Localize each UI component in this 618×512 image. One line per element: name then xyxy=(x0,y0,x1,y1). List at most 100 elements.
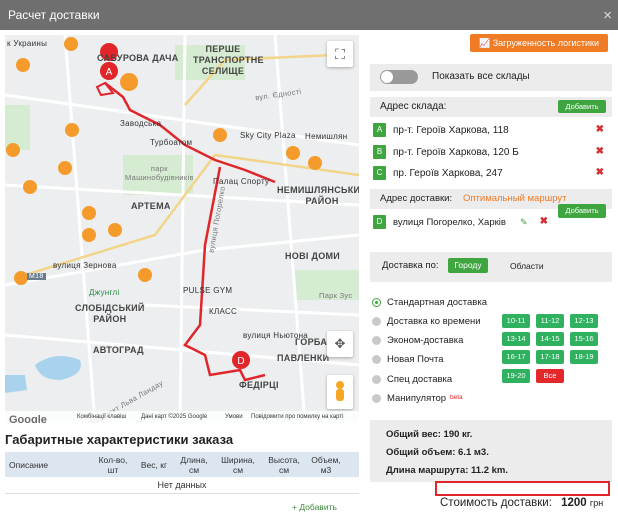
warehouse-letter: B xyxy=(373,145,386,159)
col-header: Вес, кг xyxy=(140,460,168,470)
option-label: Эконом-доставка xyxy=(387,335,464,346)
map-label: вулиця Зернова xyxy=(53,261,117,270)
delivery-row: D вулиця Погорелко, Харків ✎ ✖ xyxy=(370,212,612,233)
dims-table: Описание Кол-во, шт Вес, кг Длина, см Ши… xyxy=(5,452,359,494)
radio-timed[interactable] xyxy=(372,317,381,326)
add-dimension-link[interactable]: + Добавить xyxy=(292,502,337,512)
warehouse-letter: A xyxy=(373,123,386,137)
total-weight: Общий вес: 190 кг. xyxy=(386,429,473,440)
time-slot[interactable]: 13-14 xyxy=(502,332,530,346)
cost-value: 1200 xyxy=(561,497,587,509)
logistics-load-button[interactable]: 📈 Загруженность логистики xyxy=(470,34,608,52)
radio-manipulator[interactable] xyxy=(372,394,381,403)
dims-header: Описание Кол-во, шт Вес, кг Длина, см Ши… xyxy=(5,452,359,477)
tab-region[interactable]: Области xyxy=(510,261,544,271)
map-label: СЛОБІДСЬКИЙ РАЙОН xyxy=(75,303,145,324)
modal-title-bar: Расчет доставки × xyxy=(0,0,618,30)
cost-unit: грн xyxy=(589,498,604,508)
map-label: ФЕДІРЦІ xyxy=(239,380,279,390)
col-header: Ширина, см xyxy=(221,455,255,475)
map-label: Джунглі xyxy=(89,288,120,297)
option-label: Спец доставка xyxy=(387,374,453,385)
google-logo: Google xyxy=(9,414,47,423)
time-slot[interactable]: 14-15 xyxy=(536,332,564,346)
warehouse-title: Адрес склада: xyxy=(380,101,447,112)
show-all-toggle[interactable] xyxy=(380,70,418,84)
delete-icon[interactable]: ✖ xyxy=(540,216,548,227)
map-label: САБУРОВА ДАЧА xyxy=(97,53,179,63)
map-data-text: Дані карт ©2025 Google xyxy=(141,414,208,420)
marker-d-label: D xyxy=(237,356,244,367)
map-label: парк Машинобудівників xyxy=(125,164,194,182)
terms-link[interactable]: Умови xyxy=(225,414,243,420)
warehouse-row: A пр-т. Героїв Харкова, 118 ✖ xyxy=(370,120,612,141)
map-label: Sky City Plaza xyxy=(240,131,296,140)
radio-nova-poshta[interactable] xyxy=(372,355,381,364)
chart-icon: 📈 xyxy=(478,38,493,48)
option-label: Стандартная доставка xyxy=(387,297,488,308)
option-label: Новая Почта xyxy=(387,354,444,365)
col-header: Высота, см xyxy=(268,455,300,475)
delete-icon[interactable]: ✖ xyxy=(596,146,604,157)
report-error-link[interactable]: Повідомити про помилку на карті xyxy=(251,414,343,420)
col-header: Объем, м3 xyxy=(311,455,341,475)
route-length: Длина маршрута: 11.2 km. xyxy=(386,465,509,476)
beta-badge: beta xyxy=(450,394,463,401)
add-warehouse-button[interactable]: Добавить xyxy=(558,100,606,113)
map-label: PULSE GYM xyxy=(183,286,233,295)
time-slot[interactable]: 12-13 xyxy=(570,314,598,328)
show-all-label: Показать все склады xyxy=(432,71,530,82)
map-label: к Украины xyxy=(7,39,48,48)
radio-economy[interactable] xyxy=(372,336,381,345)
warehouse-address: пр-т. Героїв Харкова, 118 xyxy=(393,125,509,136)
road-badge: M18 xyxy=(27,273,46,280)
option-label: Манипулятор xyxy=(387,393,447,404)
time-slot-all[interactable]: Все xyxy=(536,369,564,383)
warehouse-address: пр. Героїв Харкова, 247 xyxy=(393,168,503,179)
time-slot[interactable]: 19-20 xyxy=(502,369,530,383)
map-canvas[interactable]: A D xyxy=(5,35,359,423)
time-slot[interactable]: 17-18 xyxy=(536,350,564,364)
radio-standard[interactable] xyxy=(372,298,381,307)
delivery-title: Адрес доставки: xyxy=(380,193,453,204)
keyboard-shortcuts-link[interactable]: Комбінації клавіш xyxy=(77,414,126,420)
close-icon[interactable]: × xyxy=(603,7,612,24)
col-header: Длина, см xyxy=(180,455,208,475)
map-label: НЕМИШЛЯНСЬКИЙ РАЙОН xyxy=(277,185,359,206)
delivery-by-label: Доставка по: xyxy=(382,260,439,271)
warehouse-row: B пр-т. Героїв Харкова, 120 Б ✖ xyxy=(370,142,612,163)
delivery-cost: Стоимость доставки: 1200 грн xyxy=(440,497,603,509)
time-slot[interactable]: 11-12 xyxy=(536,314,564,328)
time-slot[interactable]: 16-17 xyxy=(502,350,530,364)
delivery-address: вулиця Погорелко, Харків xyxy=(393,217,506,228)
option-label: Доставка ко времени xyxy=(387,316,481,327)
cost-label: Стоимость доставки: xyxy=(440,497,552,509)
warehouse-address: пр-т. Героїв Харкова, 120 Б xyxy=(393,147,519,158)
radio-special[interactable] xyxy=(372,375,381,384)
map-label: Заводська xyxy=(120,119,162,128)
map-label: АВТОГРАД xyxy=(93,345,144,355)
pan-control-icon[interactable]: ✥ xyxy=(327,331,353,357)
totals-panel: Общий вес: 190 кг. Общий объем: 6.1 м3. … xyxy=(370,420,612,482)
pegman-icon[interactable] xyxy=(327,375,353,409)
map-label: КЛАСС xyxy=(209,307,238,316)
map-label: Палац Спорту xyxy=(213,177,270,186)
map-label: ПАВЛЕНКИ xyxy=(277,353,330,363)
dims-empty-row: Нет данных xyxy=(5,477,359,494)
route-map[interactable]: A D к Украины САБУРОВА ДАЧА ПЕРШЕ ТРАНСП… xyxy=(5,35,359,423)
delivery-letter: D xyxy=(373,215,386,229)
fullscreen-icon[interactable]: ⛶ xyxy=(327,41,353,67)
map-label: ПЕРШЕ ТРАНСПОРТНЕ СЕЛИЩЕ xyxy=(193,44,264,76)
map-label: Немишлян xyxy=(305,132,348,141)
time-slot[interactable]: 10-11 xyxy=(502,314,530,328)
tab-city[interactable]: Городу xyxy=(448,258,488,273)
optimal-route-link[interactable]: Оптимальный маршрут xyxy=(463,193,567,204)
delete-icon[interactable]: ✖ xyxy=(596,167,604,178)
map-label: АРТЕМА xyxy=(131,201,171,211)
delete-icon[interactable]: ✖ xyxy=(596,124,604,135)
map-attribution: Google Комбінації клавіш Дані карт ©2025… xyxy=(5,411,359,423)
time-slot[interactable]: 18-19 xyxy=(570,350,598,364)
time-slot[interactable]: 15-16 xyxy=(570,332,598,346)
edit-icon[interactable]: ✎ xyxy=(520,217,528,228)
modal-title: Расчет доставки xyxy=(8,8,100,22)
